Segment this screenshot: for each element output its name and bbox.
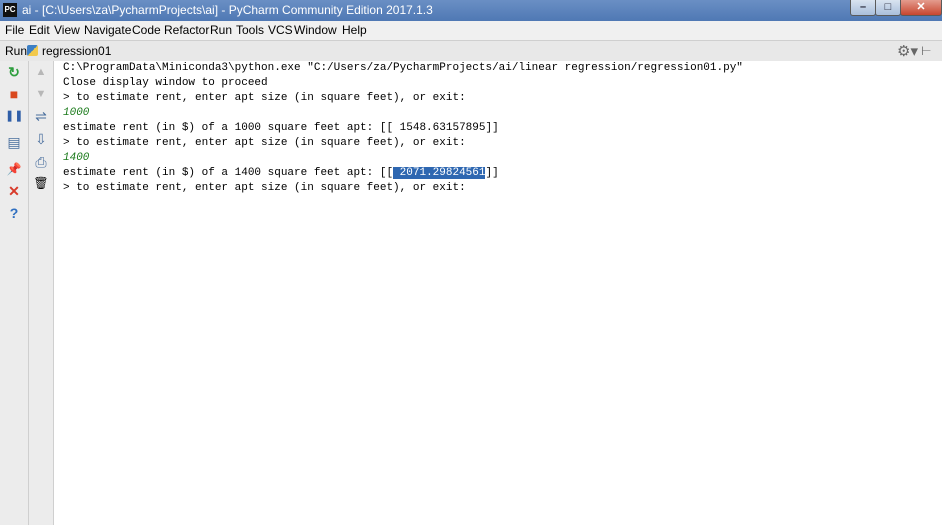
menu-navigate[interactable]: Navigate [84, 23, 131, 37]
print-icon[interactable]: ⎙ [32, 153, 50, 171]
title-bar: PC ai - [C:\Users\za\PycharmProjects\ai]… [0, 0, 942, 21]
selected-text[interactable]: 2071.29824561 [393, 167, 486, 179]
result-suffix: ]] [485, 167, 499, 179]
hide-panel-icon[interactable]: ⊢ [921, 44, 931, 58]
console-toolbar: ▲ ▼ ⇌ ⇩ ⎙ 🗑 [29, 61, 54, 525]
console-result: estimate rent (in $) of a 1400 square fe… [63, 166, 499, 181]
menu-bar: File Edit View Navigate Code Refactor Ru… [0, 21, 942, 40]
close-window-button[interactable]: ✕ [900, 0, 942, 16]
menu-file[interactable]: File [5, 23, 24, 37]
console-line: Close display window to proceed [63, 77, 268, 89]
soft-wrap-icon[interactable]: ⇌ [32, 107, 50, 125]
restore-layout-icon[interactable]: ▤ [5, 133, 23, 151]
menu-vcs[interactable]: VCS [268, 23, 293, 37]
menu-code[interactable]: Code [132, 23, 161, 37]
rerun-icon[interactable]: ↻ [5, 63, 23, 81]
gear-icon[interactable]: ⚙▾ [897, 42, 918, 60]
run-panel-label: Run [5, 44, 28, 58]
arrow-up-icon[interactable]: ▲ [32, 63, 50, 81]
console-prompt: > to estimate rent, enter apt size (in s… [63, 137, 466, 149]
menu-view[interactable]: View [54, 23, 80, 37]
console-result: estimate rent (in $) of a 1000 square fe… [63, 122, 499, 134]
python-config-icon [27, 45, 38, 56]
run-panel-header: Run regression01 ⚙▾ ⊢ [0, 40, 942, 62]
pycharm-logo-icon: PC [3, 3, 17, 17]
window-title: ai - [C:\Users\za\PycharmProjects\ai] - … [22, 3, 433, 17]
menu-run[interactable]: Run [210, 23, 232, 37]
minimize-button[interactable]: – [850, 0, 876, 16]
menu-refactor[interactable]: Refactor [164, 23, 209, 37]
console-output[interactable]: C:\ProgramData\Miniconda3\python.exe "C:… [54, 61, 942, 525]
clear-all-icon[interactable]: 🗑 [32, 174, 50, 192]
run-toolbar: ↻ ■ ❚❚ ▤ 📌 ✕ ? [0, 61, 29, 525]
stop-icon[interactable]: ■ [5, 85, 23, 103]
maximize-button[interactable]: □ [875, 0, 901, 16]
pin-icon[interactable]: 📌 [5, 160, 23, 178]
pause-icon[interactable]: ❚❚ [5, 107, 23, 125]
console-prompt: > to estimate rent, enter apt size (in s… [63, 92, 466, 104]
run-config-tab[interactable]: regression01 [42, 44, 111, 58]
arrow-down-icon[interactable]: ▼ [32, 85, 50, 103]
menu-edit[interactable]: Edit [29, 23, 50, 37]
menu-window[interactable]: Window [294, 23, 337, 37]
console-command-line: C:\ProgramData\Miniconda3\python.exe "C:… [63, 62, 743, 74]
console-user-input: 1000 [63, 107, 90, 119]
menu-tools[interactable]: Tools [236, 23, 264, 37]
help-icon[interactable]: ? [5, 204, 23, 222]
close-icon[interactable]: ✕ [5, 182, 23, 200]
scroll-to-end-icon[interactable]: ⇩ [32, 130, 50, 148]
console-user-input: 1400 [63, 152, 90, 164]
console-prompt: > to estimate rent, enter apt size (in s… [63, 182, 466, 194]
menu-help[interactable]: Help [342, 23, 367, 37]
result-prefix: estimate rent (in $) of a 1400 square fe… [63, 167, 394, 179]
